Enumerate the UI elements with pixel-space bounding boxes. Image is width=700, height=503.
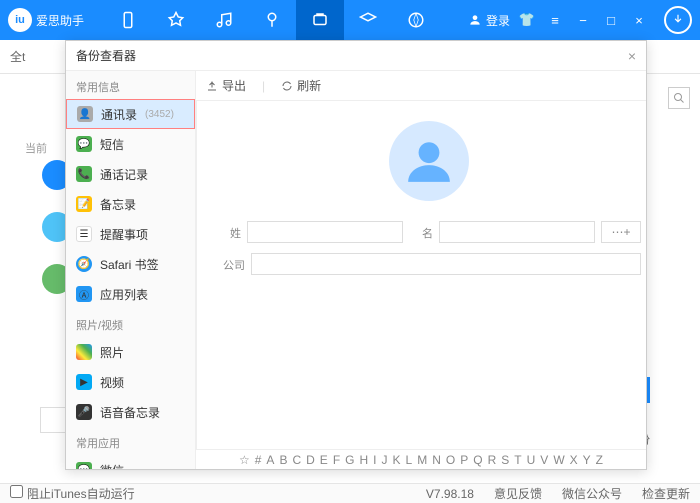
block-itunes-checkbox[interactable]: 阻止iTunes自动运行	[10, 485, 135, 502]
alpha-letter[interactable]: O	[445, 453, 456, 467]
alpha-letter[interactable]: N	[431, 453, 442, 467]
sms-icon: 💬	[76, 136, 92, 152]
alpha-letter[interactable]: E	[319, 453, 329, 467]
notes-icon: 📝	[76, 196, 92, 212]
phone-icon: 📞	[76, 166, 92, 182]
update-link[interactable]: 检查更新	[642, 485, 690, 502]
alpha-index: ☆#ABCDEFGHIJKLMNOPQRSTUVWXYZ	[196, 449, 646, 469]
search-icon[interactable]	[668, 87, 690, 109]
reminders-icon: ☰	[76, 226, 92, 242]
alpha-letter[interactable]: U	[526, 453, 537, 467]
app-logo: iu 爱思助手	[8, 8, 84, 32]
mic-icon: 🎤	[76, 404, 92, 420]
alpha-letter[interactable]: T	[513, 453, 522, 467]
alpha-letter[interactable]: L	[405, 453, 414, 467]
download-icon[interactable]	[664, 6, 692, 34]
export-button[interactable]: 导出	[206, 77, 246, 94]
minimize-icon[interactable]: −	[572, 9, 594, 31]
alpha-letter[interactable]: H	[359, 453, 370, 467]
alpha-letter[interactable]: G	[344, 453, 355, 467]
alpha-letter[interactable]: I	[372, 453, 377, 467]
safari-icon: 🧭	[76, 256, 92, 272]
modal-title: 备份查看器	[76, 47, 136, 64]
lastname-label: 姓	[217, 221, 241, 243]
sidebar-item-voicememos[interactable]: 🎤 语音备忘录	[66, 397, 195, 427]
sidebar-item-notes[interactable]: 📝 备忘录	[66, 189, 195, 219]
alpha-letter[interactable]: ☆	[238, 453, 251, 467]
wechat-link[interactable]: 微信公众号	[562, 485, 622, 502]
tab-ringtone[interactable]	[248, 0, 296, 40]
sidebar-item-sms[interactable]: 💬 短信	[66, 129, 195, 159]
photos-icon	[76, 344, 92, 360]
company-input[interactable]	[251, 253, 641, 275]
section-header: 照片/视频	[66, 309, 195, 337]
sidebar-item-calllog[interactable]: 📞 通话记录	[66, 159, 195, 189]
sidebar-item-reminders[interactable]: ☰ 提醒事项	[66, 219, 195, 249]
tab-device[interactable]	[104, 0, 152, 40]
close-icon[interactable]: ×	[628, 9, 650, 31]
alpha-letter[interactable]: P	[459, 453, 469, 467]
tab-tools[interactable]	[296, 0, 344, 40]
bg-tab: 全t	[10, 48, 25, 65]
maximize-icon[interactable]: □	[600, 9, 622, 31]
sidebar-item-wechat[interactable]: 💬 微信	[66, 455, 195, 469]
alpha-letter[interactable]: B	[278, 453, 288, 467]
firstname-label: 名	[409, 221, 433, 243]
login-button[interactable]: 登录	[468, 12, 510, 29]
alpha-letter[interactable]: K	[392, 453, 402, 467]
contacts-icon: 👤	[77, 106, 93, 122]
backup-viewer-modal: 备份查看器 × 常用信息 👤 通讯录 (3452) 💬 短信 📞 通话记录 📝 …	[65, 40, 647, 470]
lastname-input[interactable]	[247, 221, 403, 243]
version-label: V7.98.18	[426, 487, 474, 501]
avatar	[389, 121, 469, 201]
alpha-letter[interactable]: Z	[595, 453, 604, 467]
sidebar-item-safari[interactable]: 🧭 Safari 书签	[66, 249, 195, 279]
firstname-input[interactable]	[439, 221, 595, 243]
menu-icon[interactable]: ≡	[544, 9, 566, 31]
skin-icon[interactable]: 👕	[516, 9, 538, 31]
company-label: 公司	[217, 253, 245, 275]
alpha-letter[interactable]: W	[552, 453, 565, 467]
contact-detail: 姓 名 ⋯+ 公司	[197, 101, 646, 449]
alpha-letter[interactable]: Y	[582, 453, 592, 467]
add-button[interactable]: ⋯+	[601, 221, 641, 243]
tab-flash[interactable]	[392, 0, 440, 40]
wechat-icon: 💬	[76, 462, 92, 469]
video-icon: ▶	[76, 374, 92, 390]
alpha-letter[interactable]: V	[539, 453, 549, 467]
tab-tutorial[interactable]	[344, 0, 392, 40]
alpha-letter[interactable]: A	[265, 453, 275, 467]
feedback-link[interactable]: 意见反馈	[494, 485, 542, 502]
apps-icon: Ⓐ	[76, 286, 92, 302]
alpha-letter[interactable]: S	[500, 453, 510, 467]
alpha-letter[interactable]: #	[254, 453, 263, 467]
alpha-letter[interactable]: C	[291, 453, 302, 467]
alpha-letter[interactable]: J	[381, 453, 389, 467]
alpha-letter[interactable]: D	[305, 453, 316, 467]
refresh-button[interactable]: 刷新	[281, 77, 321, 94]
alpha-letter[interactable]: F	[332, 453, 341, 467]
tab-apps[interactable]	[152, 0, 200, 40]
section-header: 常用信息	[66, 71, 195, 99]
bg-label: 当前	[25, 140, 47, 156]
alpha-letter[interactable]: X	[569, 453, 579, 467]
close-icon[interactable]: ×	[628, 48, 636, 64]
sidebar-item-photos[interactable]: 照片	[66, 337, 195, 367]
alpha-letter[interactable]: R	[487, 453, 498, 467]
sidebar-item-contacts[interactable]: 👤 通讯录 (3452)	[66, 99, 195, 129]
sidebar: 常用信息 👤 通讯录 (3452) 💬 短信 📞 通话记录 📝 备忘录 ☰ 提醒…	[66, 71, 196, 469]
alpha-letter[interactable]: M	[416, 453, 428, 467]
sidebar-item-videos[interactable]: ▶ 视频	[66, 367, 195, 397]
alpha-letter[interactable]: Q	[472, 453, 483, 467]
tab-music[interactable]	[200, 0, 248, 40]
sidebar-item-applist[interactable]: Ⓐ 应用列表	[66, 279, 195, 309]
section-header: 常用应用	[66, 427, 195, 455]
